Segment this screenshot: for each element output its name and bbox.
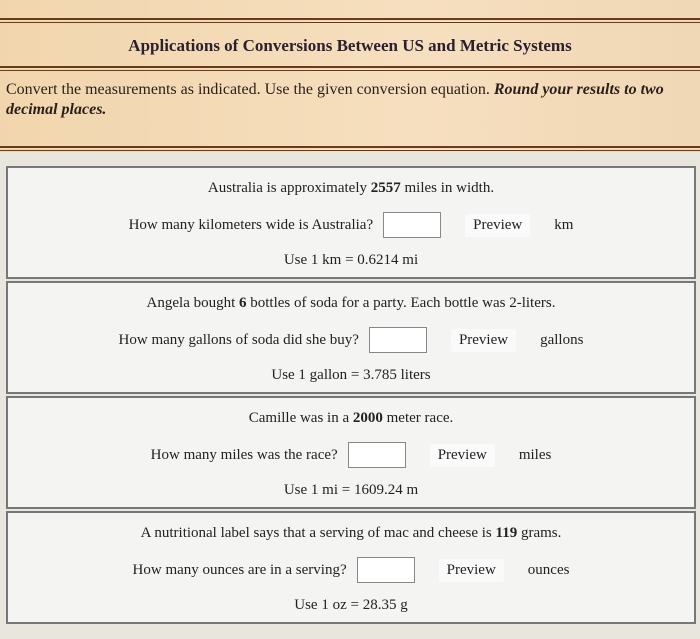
question-row: How many kilometers wide is Australia? Pr… <box>8 212 694 238</box>
answer-input[interactable] <box>368 327 427 353</box>
statement-number: 2000 <box>352 410 383 426</box>
question-row: How many gallons of soda did she buy? Pre… <box>8 327 694 353</box>
answer-input[interactable] <box>383 212 442 238</box>
statement-text: grams. <box>517 525 562 541</box>
statement-text: Camille was in a <box>248 410 353 426</box>
divider <box>0 146 700 151</box>
conversion-hint: Use 1 km = 0.6214 mi <box>283 252 419 268</box>
unit-label: km <box>554 216 574 233</box>
problem-3: Camille was in a 2000 meter race. How ma… <box>6 396 696 509</box>
preview-button[interactable]: Preview <box>438 558 504 582</box>
question-text: How many ounces are in a serving? <box>132 561 347 578</box>
statement-text: bottles of soda for a party. Each bottle… <box>246 295 556 311</box>
instructions-text: Convert the measurements as indicated. U… <box>6 81 490 98</box>
unit-label: ounces <box>527 561 570 578</box>
problem-statement: Australia is approximately 2557 miles in… <box>8 180 694 197</box>
instructions: Convert the measurements as indicated. U… <box>6 80 696 120</box>
question-text: How many gallons of soda did she buy? <box>118 331 359 348</box>
answer-input[interactable] <box>347 442 406 468</box>
unit-label: miles <box>518 446 552 463</box>
statement-text: A nutritional label says that a serving … <box>140 525 496 541</box>
statement-number: 6 <box>239 295 247 311</box>
statement-text: miles in width. <box>400 180 495 196</box>
problem-4: A nutritional label says that a serving … <box>6 511 696 624</box>
answer-input[interactable] <box>356 557 415 583</box>
header-panel: Applications of Conversions Between US a… <box>0 0 700 152</box>
conversion-hint: Use 1 mi = 1609.24 m <box>283 482 419 498</box>
problem-statement: Angela bought 6 bottles of soda for a pa… <box>8 295 694 312</box>
question-row: How many ounces are in a serving? Preview… <box>8 557 694 583</box>
question-row: How many miles was the race? Preview miles <box>8 442 694 468</box>
divider <box>0 18 700 23</box>
preview-button[interactable]: Preview <box>465 213 531 237</box>
statement-text: meter race. <box>382 410 454 426</box>
statement-text: Angela bought <box>146 295 240 311</box>
problem-statement: Camille was in a 2000 meter race. <box>8 410 694 427</box>
problem-1: Australia is approximately 2557 miles in… <box>6 166 696 279</box>
page-title: Applications of Conversions Between US a… <box>128 36 572 55</box>
question-text: How many kilometers wide is Australia? <box>128 216 374 233</box>
preview-button[interactable]: Preview <box>429 443 495 467</box>
statement-number: 2557 <box>370 180 401 196</box>
unit-label: gallons <box>540 331 584 348</box>
preview-button[interactable]: Preview <box>450 328 517 352</box>
conversion-hint: Use 1 gallon = 3.785 liters <box>271 367 431 383</box>
problem-statement: A nutritional label says that a serving … <box>8 525 694 542</box>
problem-2: Angela bought 6 bottles of soda for a pa… <box>6 281 696 394</box>
divider <box>0 66 700 71</box>
statement-text: Australia is approximately <box>207 180 371 196</box>
statement-number: 119 <box>495 525 518 541</box>
conversion-hint: Use 1 oz = 28.35 g <box>294 597 408 613</box>
question-text: How many miles was the race? <box>150 446 338 463</box>
